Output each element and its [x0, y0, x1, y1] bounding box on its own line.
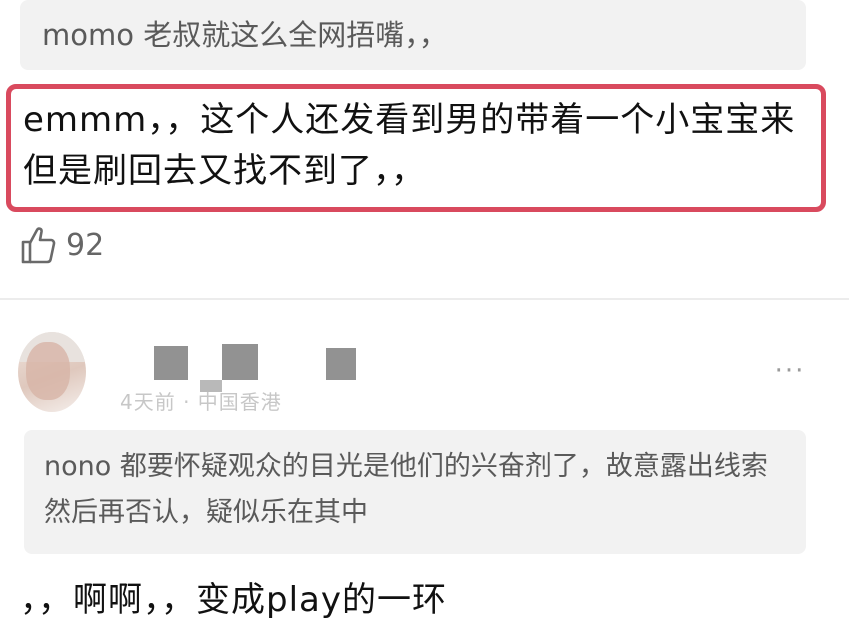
quoted-reply-text: momo 老叔就这么全网捂嘴，，	[42, 18, 448, 52]
quoted-reply-top: momo 老叔就这么全网捂嘴，，	[20, 0, 806, 70]
comment-divider	[0, 298, 849, 300]
like-count: 92	[66, 227, 105, 263]
redaction-block	[222, 344, 258, 380]
highlighted-comment-text: emmm，，这个人还发看到男的带着一个小宝宝来但是刷回去又找不到了，，	[23, 100, 796, 191]
comment-meta: 4天前 · 中国香港	[120, 390, 282, 414]
avatar[interactable]	[18, 332, 86, 412]
redaction-block	[326, 348, 356, 380]
like-button[interactable]: 92	[20, 222, 104, 268]
quoted-reply-middle: nono 都要怀疑观众的目光是他们的兴奋剂了，故意露出线索然后再否认，疑似乐在其…	[24, 430, 806, 554]
quoted-reply-text: nono 都要怀疑观众的目光是他们的兴奋剂了，故意露出线索然后再否认，疑似乐在其…	[44, 451, 768, 528]
redaction-block	[154, 346, 188, 380]
comment-thread: momo 老叔就这么全网捂嘴，， emmm，，这个人还发看到男的带着一个小宝宝来…	[0, 0, 849, 644]
highlighted-comment: emmm，，这个人还发看到男的带着一个小宝宝来但是刷回去又找不到了，，	[6, 84, 826, 212]
reply-comment-text: ，，啊啊，，变成play的一环	[20, 580, 447, 620]
more-options-button[interactable]: ···	[768, 356, 812, 386]
avatar-face	[26, 342, 70, 400]
thumbs-up-icon[interactable]	[20, 225, 56, 265]
